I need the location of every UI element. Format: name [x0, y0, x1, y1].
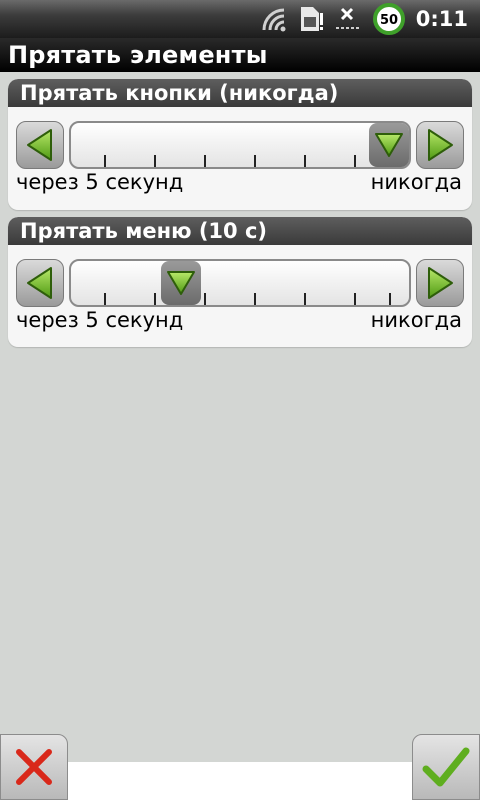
status-icons: 50 0:11 — [260, 0, 480, 38]
arrow-right-icon — [428, 129, 453, 161]
cancel-button[interactable] — [0, 734, 68, 800]
status-bar: 50 0:11 — [0, 0, 480, 38]
battery-level-text: 50 — [380, 13, 398, 28]
slider-row — [8, 107, 472, 169]
setting-header: Прятать кнопки (никогда) — [8, 79, 472, 107]
page-title: Прятать элементы — [0, 38, 480, 72]
slider-thumb[interactable] — [369, 123, 409, 167]
slider-thumb[interactable] — [161, 261, 201, 305]
arrow-down-icon — [375, 133, 403, 157]
arrow-down-icon — [167, 271, 195, 295]
arrow-left-icon — [27, 267, 52, 299]
bottom-bar-area — [68, 762, 412, 800]
scale-labels: через 5 секунд никогда — [8, 162, 472, 194]
sim-card-icon — [300, 7, 323, 31]
clock-time: 0:11 — [415, 7, 468, 31]
scale-min-label: через 5 секунд — [16, 170, 184, 194]
confirm-button[interactable] — [412, 734, 480, 800]
scale-labels: через 5 секунд никогда — [8, 300, 472, 332]
arrow-left-icon — [27, 129, 52, 161]
arrow-right-icon — [428, 267, 453, 299]
setting-header: Прятать меню (10 с) — [8, 217, 472, 245]
no-signal-icon — [335, 7, 360, 29]
wifi-icon — [262, 8, 286, 32]
scale-min-label: через 5 секунд — [16, 308, 184, 332]
checkmark-icon — [422, 747, 470, 787]
scale-max-label: никогда — [370, 170, 462, 194]
close-icon — [16, 749, 52, 785]
slider-row — [8, 245, 472, 307]
scale-max-label: никогда — [370, 308, 462, 332]
battery-icon: 50 — [372, 3, 405, 35]
hide-buttons-setting: Прятать кнопки (никогда) через 5 секунд … — [8, 79, 472, 210]
hide-menu-setting: Прятать меню (10 с) через 5 секунд никог… — [8, 217, 472, 347]
